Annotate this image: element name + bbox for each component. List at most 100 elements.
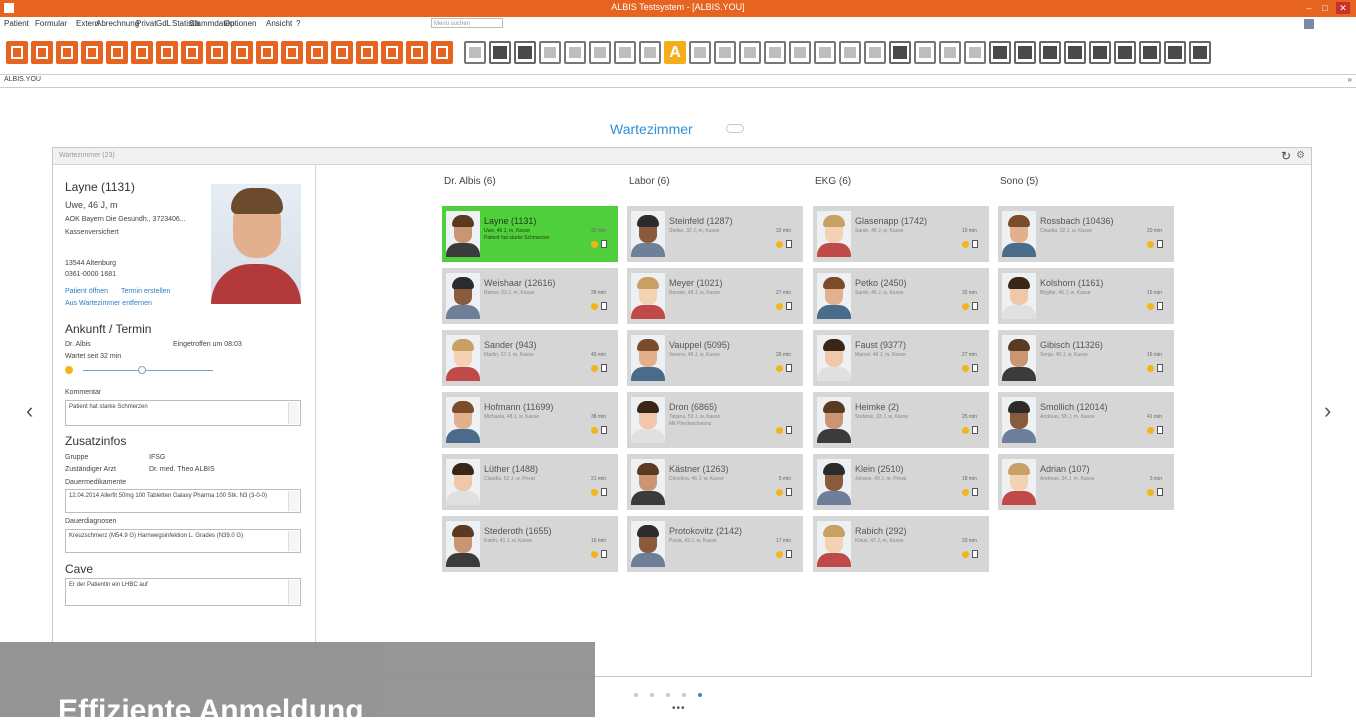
minimize-icon[interactable]: –	[1302, 2, 1316, 14]
menu-item-4[interactable]: Abrechnung	[96, 19, 139, 28]
mdi-restore-icon[interactable]	[1304, 19, 1314, 29]
toolbar-button-icon-45[interactable]	[1114, 41, 1136, 64]
toolbar-button-icon-16[interactable]	[381, 41, 403, 64]
document-icon[interactable]	[1157, 364, 1163, 372]
menu-item-5[interactable]: Privat	[136, 19, 156, 28]
toolbar-button-icon-34[interactable]	[839, 41, 861, 64]
toolbar-button-icon-37[interactable]	[914, 41, 936, 64]
patient-card[interactable]: Rossbach (10436) Claudia, 32 J, w, Kasse 2…	[998, 206, 1174, 262]
menu-item-2[interactable]: Formular	[35, 19, 67, 28]
toolbar-button-icon-9[interactable]	[206, 41, 228, 64]
toolbar-button-icon-14[interactable]	[331, 41, 353, 64]
patient-card[interactable]: Smollich (12014) Andreas, 58 J, m, Kasse 4…	[998, 392, 1174, 448]
chevron-right-icon[interactable]: ›	[1324, 398, 1331, 424]
toolbar-button-icon-22[interactable]	[539, 41, 561, 64]
menu-item-11[interactable]: ?	[296, 19, 300, 28]
scrollbar[interactable]	[288, 580, 299, 604]
document-icon[interactable]	[601, 302, 607, 310]
close-icon[interactable]: ✕	[1336, 2, 1350, 14]
document-icon[interactable]	[972, 302, 978, 310]
toolbar-button-icon-41[interactable]	[1014, 41, 1036, 64]
toolbar-button-icon-19[interactable]	[464, 41, 486, 64]
document-icon[interactable]	[601, 364, 607, 372]
toolbar-button-icon-39[interactable]	[964, 41, 986, 64]
toolbar-button-icon-13[interactable]	[306, 41, 328, 64]
toolbar-button-icon-3[interactable]	[56, 41, 78, 64]
patient-card[interactable]: Gibisch (11326) Sonja, 40 J, w, Kasse 16 m…	[998, 330, 1174, 386]
patient-card[interactable]: Weishaar (12616) Rainer, 53 J, m, Kasse 28…	[442, 268, 618, 324]
toolbar-button-icon-27[interactable]: A	[664, 41, 686, 64]
toolbar-button-icon-25[interactable]	[614, 41, 636, 64]
page-dot[interactable]	[698, 693, 702, 697]
document-icon[interactable]	[786, 426, 792, 434]
toolbar-button-icon-48[interactable]	[1189, 41, 1211, 64]
document-icon[interactable]	[972, 488, 978, 496]
tab-scroll-arrows[interactable]: »	[1348, 75, 1352, 84]
patient-card[interactable]: Sander (943) Martin, 37 J, m, Kasse 40 min	[442, 330, 618, 386]
toolbar-button-icon-10[interactable]	[231, 41, 253, 64]
document-icon[interactable]	[786, 364, 792, 372]
document-icon[interactable]	[972, 550, 978, 558]
toolbar-button-icon-17[interactable]	[406, 41, 428, 64]
patient-card[interactable]: Meyer (1021) Renate, 48 J, w, Kasse 27 min	[627, 268, 803, 324]
menu-item-6[interactable]: GdL	[156, 19, 171, 28]
create-appointment-link[interactable]: Termin erstellen	[121, 288, 170, 295]
scrollbar[interactable]	[288, 531, 299, 551]
patient-card[interactable]: Kolshorn (1161) Birgitte, 46 J, w, Kasse 1…	[998, 268, 1174, 324]
medication-field[interactable]: 12.04.2014 Allerfit 50mg 100 Tabletten G…	[65, 489, 301, 513]
gear-icon[interactable]: ⚙	[1296, 150, 1305, 161]
document-icon[interactable]	[601, 240, 607, 248]
toolbar-button-icon-28[interactable]	[689, 41, 711, 64]
wait-slider-handle[interactable]	[138, 366, 146, 374]
document-icon[interactable]	[1157, 488, 1163, 496]
patient-card[interactable]: Petko (2450) Sarah, 46 J, w, Kasse 32 min	[813, 268, 989, 324]
document-icon[interactable]	[972, 364, 978, 372]
document-icon[interactable]	[786, 240, 792, 248]
toolbar-button-icon-7[interactable]	[156, 41, 178, 64]
toolbar-button-icon-1[interactable]	[6, 41, 28, 64]
document-icon[interactable]	[1157, 426, 1163, 434]
toolbar-button-icon-44[interactable]	[1089, 41, 1111, 64]
toolbar-button-icon-38[interactable]	[939, 41, 961, 64]
toolbar-button-icon-35[interactable]	[864, 41, 886, 64]
tab-albis-you[interactable]: ALBIS.YOU	[4, 76, 41, 83]
toolbar-button-icon-43[interactable]	[1064, 41, 1086, 64]
toolbar-button-icon-21[interactable]	[514, 41, 536, 64]
patient-card[interactable]: Stederoth (1655) Katrin, 41 J, w, Kasse 16…	[442, 516, 618, 572]
toolbar-button-icon-6[interactable]	[131, 41, 153, 64]
toolbar-button-icon-46[interactable]	[1139, 41, 1161, 64]
comment-field[interactable]: Patient hat starke Schmerzen	[65, 400, 301, 426]
refresh-icon[interactable]: ↻	[1281, 149, 1291, 163]
toolbar-button-icon-11[interactable]	[256, 41, 278, 64]
page-dot[interactable]	[682, 693, 686, 697]
page-dot[interactable]	[650, 693, 654, 697]
toolbar-button-icon-42[interactable]	[1039, 41, 1061, 64]
toolbar-button-icon-26[interactable]	[639, 41, 661, 64]
toolbar-button-icon-8[interactable]	[181, 41, 203, 64]
document-icon[interactable]	[972, 240, 978, 248]
patient-card[interactable]: Hofmann (11699) Michaela, 48 J, w, Kasse 3…	[442, 392, 618, 448]
document-icon[interactable]	[786, 302, 792, 310]
page-dot[interactable]	[666, 693, 670, 697]
toolbar-button-icon-18[interactable]	[431, 41, 453, 64]
document-icon[interactable]	[601, 550, 607, 558]
toolbar-button-icon-2[interactable]	[31, 41, 53, 64]
document-icon[interactable]	[1157, 240, 1163, 248]
toggle-icon[interactable]	[726, 124, 744, 133]
toolbar-button-icon-47[interactable]	[1164, 41, 1186, 64]
toolbar-button-icon-36[interactable]	[889, 41, 911, 64]
chevron-left-icon[interactable]: ‹	[26, 398, 33, 424]
document-icon[interactable]	[1157, 302, 1163, 310]
maximize-icon[interactable]: □	[1318, 2, 1332, 14]
document-icon[interactable]	[601, 488, 607, 496]
patient-card[interactable]: Protokovitz (2142) Pavla, 43 J, w, Kasse 1…	[627, 516, 803, 572]
toolbar-button-icon-31[interactable]	[764, 41, 786, 64]
patient-card[interactable]: Lüther (1488) Claudia, 52 J, w, Privat 21 …	[442, 454, 618, 510]
remove-from-waiting-room-link[interactable]: Aus Wartezimmer entfernen	[65, 300, 152, 307]
toolbar-button-icon-40[interactable]	[989, 41, 1011, 64]
patient-card[interactable]: Layne (1131) Uwe, 46 J, m, Kasse Patient h…	[442, 206, 618, 262]
toolbar-button-icon-30[interactable]	[739, 41, 761, 64]
patient-card[interactable]: Heimke (2) Stefanie, 33 J, w, Kasse 25 min	[813, 392, 989, 448]
toolbar-button-icon-23[interactable]	[564, 41, 586, 64]
scrollbar[interactable]	[288, 402, 299, 424]
